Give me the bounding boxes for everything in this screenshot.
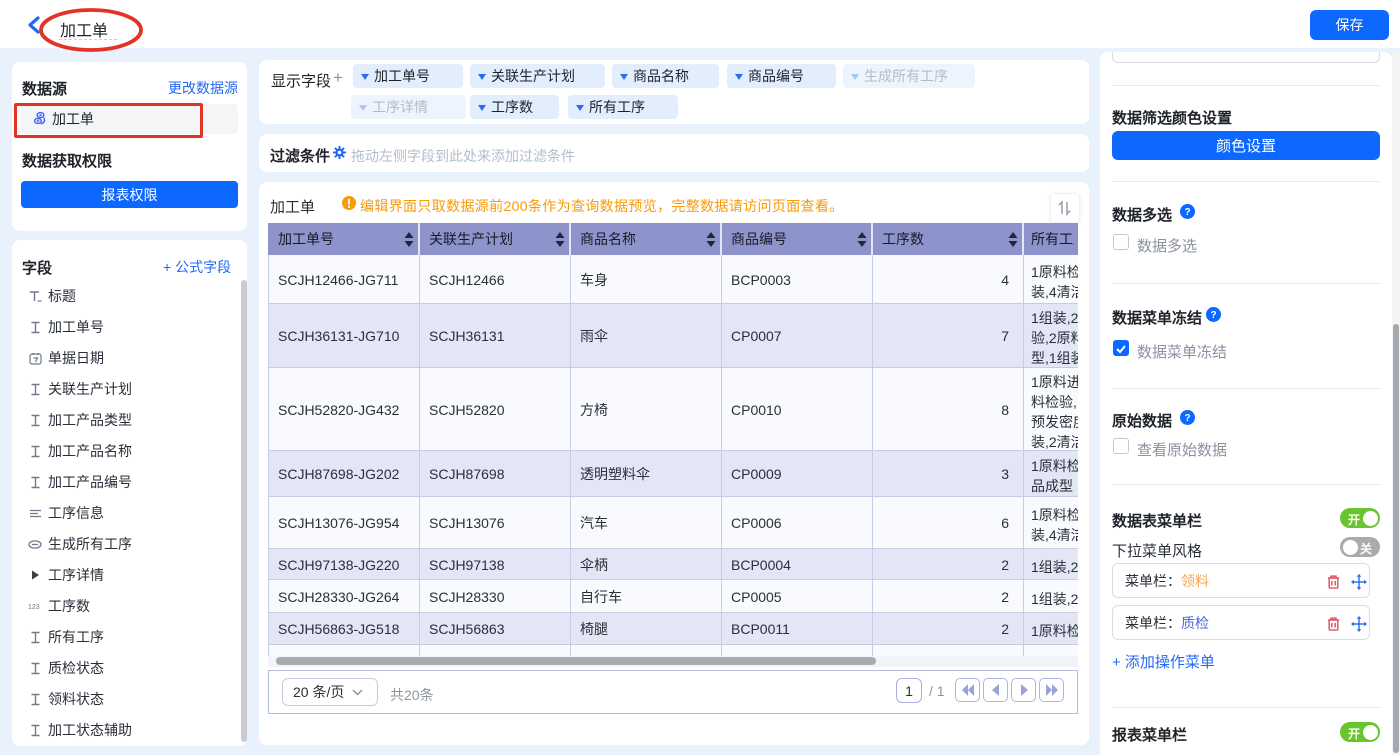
svg-text:123: 123 [28,604,40,611]
svg-text:?: ? [1210,310,1216,321]
svg-text:?: ? [1184,413,1190,424]
svg-text:?: ? [1184,207,1190,218]
